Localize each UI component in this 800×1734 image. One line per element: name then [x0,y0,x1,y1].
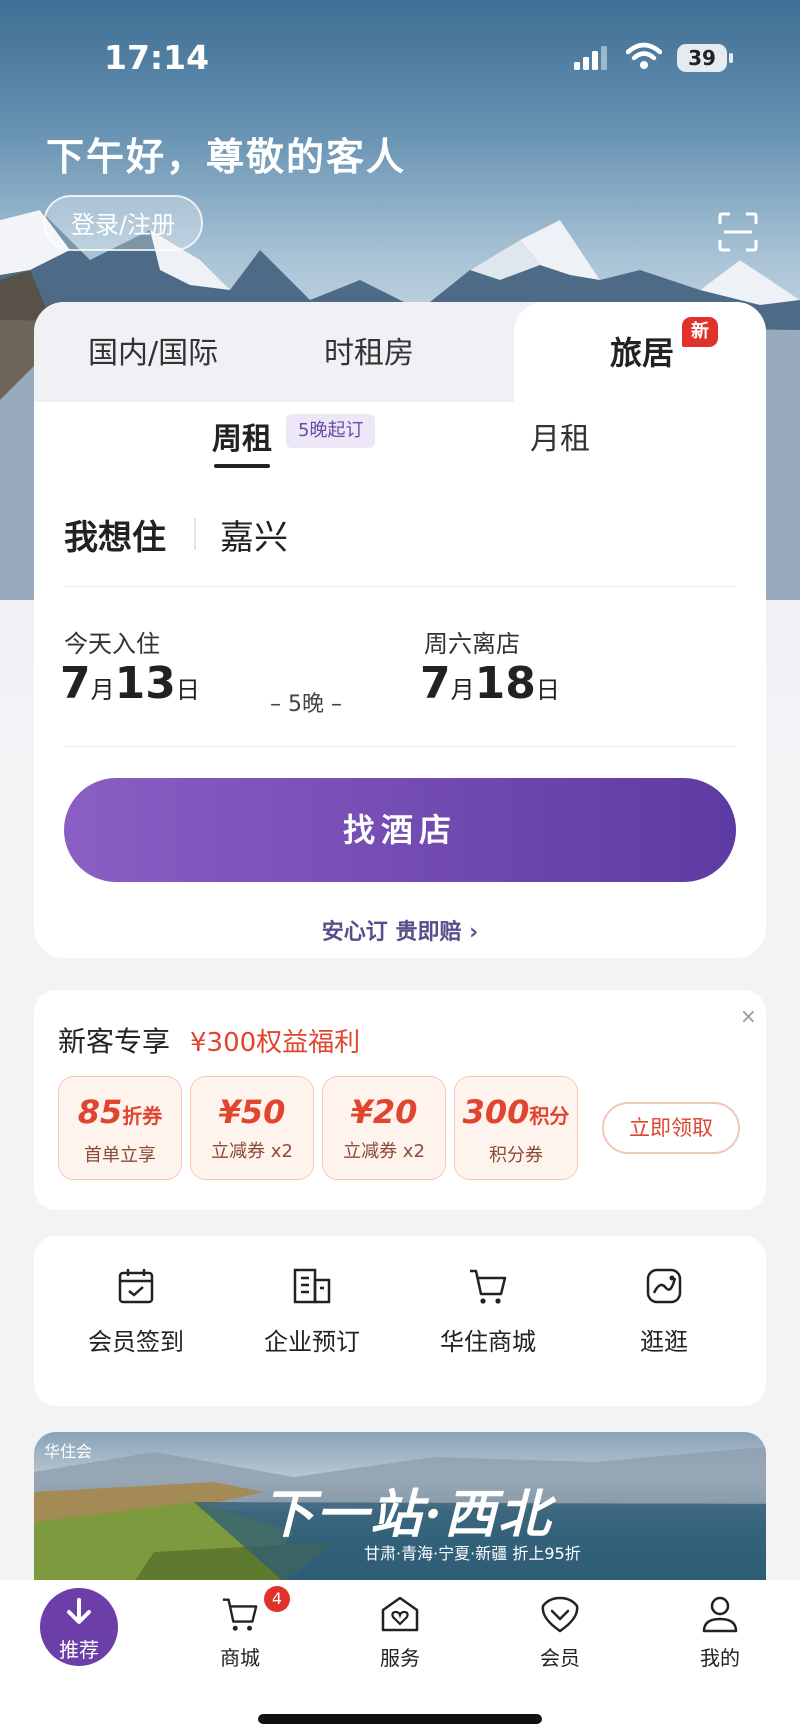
nav-label: 会员 [540,1646,580,1670]
nav-recommend[interactable]: 推荐 [40,1588,118,1666]
battery-tip [729,53,733,63]
nav-service[interactable]: 服务 [340,1594,460,1671]
tab-domestic-international[interactable]: 国内/国际 [88,328,218,372]
nav-label: 商城 [220,1646,260,1670]
day-unit: 日 [175,676,200,704]
download-arrow-icon [67,1598,91,1624]
banner-title: 下一站·西北 [262,1484,553,1545]
min-nights-badge: 5晚起订 [286,414,376,448]
coupon-value: 300 [462,1093,530,1131]
month-unit: 月 [450,676,475,704]
checkout-label: 周六离店 [424,630,520,658]
battery-indicator: 39 [677,44,727,72]
quick-action-label: 企业预订 [264,1328,360,1356]
booking-card: 国内/国际 时租房 旅居 新 周租 5晚起订 月租 我想住 嘉兴 今天入住 7月… [34,302,766,958]
assurance-link[interactable]: 安心订 贵即赔 › [34,914,766,946]
banner-subtitle: 甘肃·青海·宁夏·新疆 折上95折 [364,1544,581,1563]
new-badge: 新 [682,317,718,347]
status-bar: 17:14 39 [0,0,800,110]
user-icon [702,1596,738,1633]
nav-mine[interactable]: 我的 [660,1594,780,1671]
month-unit: 月 [90,676,115,704]
coupon-unit: 积分 [529,1104,570,1128]
nav-label: 推荐 [59,1638,99,1662]
divider [64,746,736,747]
quick-action-enterprise[interactable]: 企业预订 [242,1266,382,1357]
quick-actions: 会员签到 企业预订 华住商城 逛逛 [34,1236,766,1406]
coupon-300-points[interactable]: 300积分 积分券 [454,1076,578,1180]
coupon-50-off[interactable]: ¥50 立减券 x2 [190,1076,314,1180]
checkin-month: 7 [60,658,91,709]
coupon-desc: 立减券 x2 [343,1141,425,1162]
status-time: 17:14 [104,38,210,77]
cart-icon [470,1269,507,1304]
subtab-weekly[interactable]: 周租 [212,414,272,458]
home-indicator[interactable] [258,1714,542,1724]
divider [64,586,736,587]
promo-banner[interactable]: 华住会 下一站·西北 甘肃·青海·宁夏·新疆 折上95折 [34,1432,766,1582]
nav-member[interactable]: 会员 [500,1594,620,1671]
destination-divider [194,518,196,550]
subtab-monthly[interactable]: 月租 [530,414,590,458]
quick-action-explore[interactable]: 逛逛 [594,1266,734,1357]
checkout-day: 18 [474,658,536,709]
calendar-check-icon [118,1269,154,1304]
bottom-nav: 推荐 商城 4 服务 会员 我的 [0,1580,800,1734]
coupon-desc: 积分券 [489,1145,543,1166]
signal-icon [574,46,607,70]
wifi-icon [626,42,662,69]
coupon-20-off[interactable]: ¥20 立减券 x2 [322,1076,446,1180]
checkout-date[interactable]: 7月18日 [420,658,560,709]
quick-action-label: 会员签到 [88,1328,184,1356]
coupon-value: ¥50 [218,1093,286,1131]
nav-label: 我的 [700,1646,740,1670]
nav-label: 服务 [380,1646,420,1670]
destination-city[interactable]: 嘉兴 [220,510,288,559]
cart-icon [222,1598,258,1631]
quick-action-checkin[interactable]: 会员签到 [66,1266,206,1357]
login-register-button[interactable]: 登录/注册 [43,195,203,251]
coupon-value: 85 [77,1093,123,1131]
new-customer-promo: 新客专享 ¥300权益福利 × 85折券 首单立享 ¥50 立减券 x2 ¥20… [34,990,766,1210]
heart-shield-icon [541,1596,579,1633]
claim-now-button[interactable]: 立即领取 [602,1102,740,1154]
quick-action-label: 逛逛 [640,1328,688,1356]
coupon-85-discount[interactable]: 85折券 首单立享 [58,1076,182,1180]
promo-title: 新客专享 [58,1025,171,1058]
coupon-desc: 立减券 x2 [211,1141,293,1162]
nights-count: – 5晚 – [270,692,342,717]
coupon-value: ¥20 [350,1093,418,1131]
checkin-label: 今天入住 [64,630,160,658]
cart-count-badge: 4 [264,1586,290,1612]
brand-logo: 华住会 [44,1442,93,1461]
close-icon[interactable]: × [740,1004,757,1028]
tab-residence[interactable]: 旅居 [610,328,674,374]
checkout-month: 7 [420,658,451,709]
destination-label: 我想住 [64,518,166,558]
building-icon [293,1268,331,1304]
quick-action-mall[interactable]: 华住商城 [418,1266,558,1357]
find-hotel-button[interactable]: 找酒店 [64,778,736,882]
active-subtab-underline [214,464,270,468]
scan-icon[interactable] [718,212,758,252]
checkin-date[interactable]: 7月13日 [60,658,200,709]
coupon-unit: 折券 [122,1104,163,1128]
quick-action-label: 华住商城 [440,1328,536,1356]
tab-hourly-room[interactable]: 时租房 [324,328,414,372]
service-house-icon [381,1596,419,1632]
day-unit: 日 [535,676,560,704]
promo-subtitle: ¥300权益福利 [190,1028,361,1058]
explore-icon [646,1268,682,1304]
checkin-day: 13 [114,658,176,709]
coupon-desc: 首单立享 [84,1145,156,1166]
greeting-text: 下午好，尊敬的客人 [46,135,407,179]
